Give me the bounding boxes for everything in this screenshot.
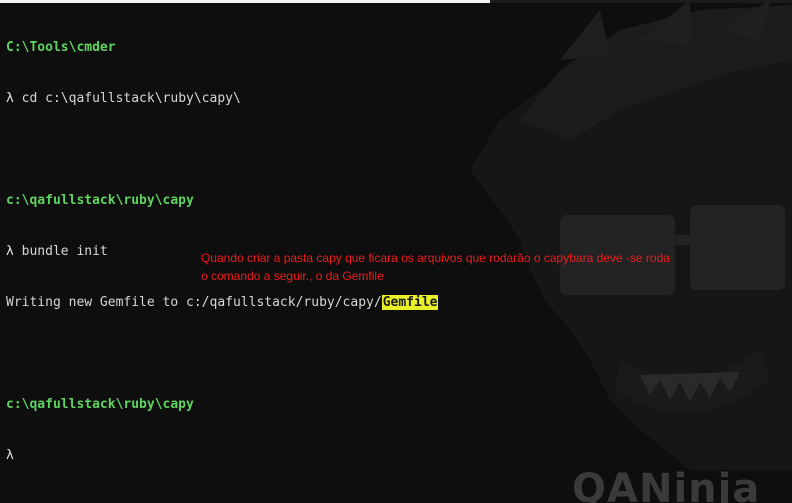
command-text: cd c:\qafullstack\ruby\capy\ (21, 91, 241, 106)
output-text: Writing new Gemfile to c:/qafullstack/ru… (6, 295, 382, 310)
prompt-path: c:\qafullstack\ruby\capy (6, 193, 194, 208)
command-text: bundle init (21, 244, 108, 259)
highlighted-gemfile: Gemfile (381, 295, 439, 310)
command-line: λ cd c:\qafullstack\ruby\capy\ (6, 90, 438, 107)
annotation-line-1: Quando criar a pasta capy que ficara os … (201, 251, 670, 265)
lambda-prompt-icon: λ (6, 91, 14, 106)
terminal-window: C:\Tools\cmder λ cd c:\qafullstack\ruby\… (0, 0, 792, 503)
lambda-prompt-icon: λ (6, 244, 14, 259)
active-command-line[interactable]: λ (6, 447, 438, 464)
qaninja-watermark-logo: QANinja (572, 466, 761, 503)
annotation-line-2: o comando a seguir., o da Gemfile (201, 269, 384, 283)
output-line: Writing new Gemfile to c:/qafullstack/ru… (6, 294, 439, 311)
lambda-prompt-icon: λ (6, 448, 14, 463)
red-annotation-note: Quando criar a pasta capy que ficara os … (201, 249, 781, 285)
prompt-path: C:\Tools\cmder (6, 40, 116, 55)
prompt-path: c:\qafullstack\ruby\capy (6, 397, 194, 412)
